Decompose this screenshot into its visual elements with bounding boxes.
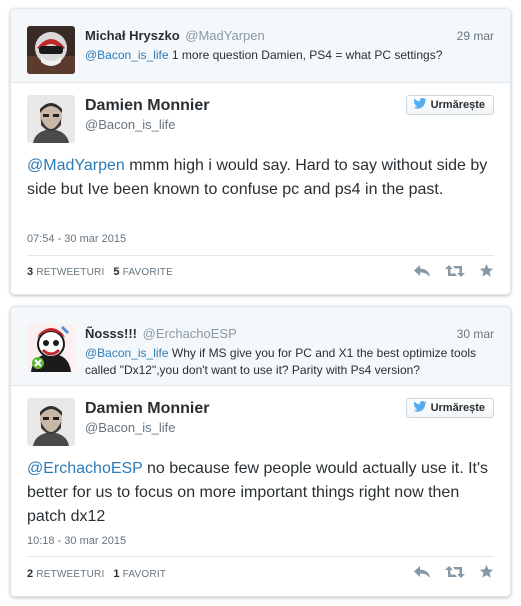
reply-text: @Bacon_is_life 1 more question Damien, P…: [85, 47, 485, 64]
reply-author[interactable]: Michał Hryszko @MadYarpen: [85, 28, 265, 43]
reply-author-handle[interactable]: @ErchachoESP: [143, 326, 237, 341]
tweet-actions: [413, 564, 494, 579]
retweet-count-label[interactable]: RETWEETURI: [36, 569, 104, 580]
tweet-mention-link[interactable]: @ErchachoESP: [27, 460, 143, 477]
tweet-stats: 2 RETWEETURI 1 FAVORIT: [27, 568, 166, 580]
twitter-bird-icon: [412, 97, 427, 112]
retweet-icon[interactable]: [445, 264, 465, 278]
user-avatar-helmet[interactable]: [27, 26, 75, 74]
reply-icon[interactable]: [413, 264, 431, 278]
author-handle[interactable]: @Bacon_is_life: [85, 420, 176, 435]
reply-date[interactable]: 29 mar: [457, 29, 494, 43]
tweet-card: Ñosss!!! @ErchachoESP 30 mar @Bacon_is_l…: [10, 306, 511, 597]
reply-icon[interactable]: [413, 565, 431, 579]
reply-author[interactable]: Ñosss!!! @ErchachoESP: [85, 326, 237, 341]
author-name[interactable]: Damien Monnier: [85, 400, 209, 418]
follow-button[interactable]: Urmărește: [405, 95, 494, 115]
user-avatar-cartoon[interactable]: [27, 324, 75, 372]
tweet-mention-link[interactable]: @MadYarpen: [27, 157, 125, 174]
favorite-star-icon[interactable]: [479, 564, 494, 579]
retweet-count[interactable]: 2: [27, 568, 33, 580]
favorite-count-label[interactable]: FAVORIT: [123, 569, 166, 580]
reply-text-body: 1 more question Damien, PS4 = what PC se…: [168, 48, 443, 62]
twitter-bird-icon: [412, 400, 427, 415]
reply-text: @Bacon_is_life Why if MS give you for PC…: [85, 345, 485, 379]
favorite-count[interactable]: 1: [113, 568, 119, 580]
divider: [27, 556, 494, 557]
reply-mention-link[interactable]: @Bacon_is_life: [85, 48, 169, 62]
favorite-count[interactable]: 5: [113, 266, 119, 278]
follow-label: Urmărește: [430, 99, 485, 111]
retweet-count-label[interactable]: RETWEETURI: [36, 267, 104, 278]
favorite-count-label[interactable]: FAVORITE: [123, 267, 173, 278]
retweet-count[interactable]: 3: [27, 266, 33, 278]
tweet-timestamp[interactable]: 07:54 - 30 mar 2015: [27, 233, 126, 245]
reply-date[interactable]: 30 mar: [457, 327, 494, 341]
reply-tweet[interactable]: Ñosss!!! @ErchachoESP 30 mar @Bacon_is_l…: [11, 307, 510, 386]
tweet-text: @MadYarpen mmm high i would say. Hard to…: [27, 154, 497, 202]
retweet-icon[interactable]: [445, 565, 465, 579]
follow-button[interactable]: Urmărește: [405, 398, 494, 418]
tweet-text: @ErchachoESP no because few people would…: [27, 457, 497, 529]
follow-label: Urmărește: [430, 402, 485, 414]
reply-author-name[interactable]: Michał Hryszko: [85, 28, 180, 43]
tweet-stats: 3 RETWEETURI 5 FAVORITE: [27, 266, 173, 278]
author-handle[interactable]: @Bacon_is_life: [85, 117, 176, 132]
reply-author-name[interactable]: Ñosss!!!: [85, 326, 137, 341]
favorite-star-icon[interactable]: [479, 263, 494, 278]
tweet-actions: [413, 263, 494, 278]
tweet-card: Michał Hryszko @MadYarpen 29 mar @Bacon_…: [10, 8, 511, 295]
reply-author-handle[interactable]: @MadYarpen: [185, 28, 264, 43]
user-avatar-bearded[interactable]: [27, 398, 75, 446]
reply-tweet[interactable]: Michał Hryszko @MadYarpen 29 mar @Bacon_…: [11, 9, 510, 83]
user-avatar-bearded[interactable]: [27, 95, 75, 143]
author-name[interactable]: Damien Monnier: [85, 97, 209, 115]
divider: [27, 255, 494, 256]
tweet-timestamp[interactable]: 10:18 - 30 mar 2015: [27, 535, 126, 547]
reply-mention-link[interactable]: @Bacon_is_life: [85, 346, 169, 360]
